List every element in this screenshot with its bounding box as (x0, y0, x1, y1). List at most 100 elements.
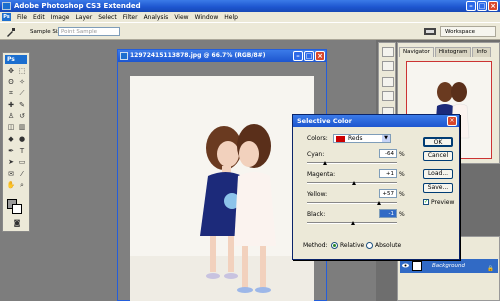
cyan-slider-track[interactable] (307, 162, 397, 164)
doc-maximize-button[interactable]: □ (304, 51, 314, 61)
colors-value: Reds (348, 135, 363, 142)
absolute-radio[interactable] (366, 242, 373, 249)
shape-tool-icon[interactable]: ▭ (17, 158, 27, 167)
app-title: Adobe Photoshop CS3 Extended (14, 2, 141, 10)
magenta-percent: % (399, 171, 405, 178)
cyan-label: Cyan: (307, 151, 325, 158)
layer-name: Background (432, 263, 465, 269)
notes-tool-icon[interactable]: ✉ (6, 170, 16, 179)
brushes-icon[interactable] (382, 77, 394, 87)
yellow-percent: % (399, 191, 405, 198)
photo-two-girls-image (130, 76, 314, 301)
lasso-tool-icon[interactable]: ʘ (6, 78, 16, 87)
healing-brush-icon[interactable]: ✚ (6, 101, 16, 110)
preview-checkbox[interactable]: ✓ (423, 199, 429, 205)
method-label: Method: (303, 242, 328, 249)
layer-row-background[interactable]: Background 🔒 (400, 259, 498, 273)
tab-info[interactable]: Info (472, 47, 491, 57)
menu-analysis[interactable]: Analysis (144, 14, 169, 21)
menu-view[interactable]: View (174, 14, 188, 21)
magenta-slider-knob[interactable] (352, 181, 356, 185)
dialog-close-button[interactable]: × (447, 116, 457, 126)
menu-help[interactable]: Help (224, 14, 238, 21)
background-color-swatch[interactable] (12, 204, 22, 214)
menu-edit[interactable]: Edit (33, 14, 45, 21)
hand-tool-icon[interactable]: ✋ (6, 181, 16, 190)
minimize-button[interactable]: – (466, 1, 476, 11)
document-canvas[interactable] (130, 76, 314, 301)
ok-button[interactable]: OK (423, 137, 453, 147)
menu-layer[interactable]: Layer (75, 14, 92, 21)
menu-bar: Ps File Edit Image Layer Select Filter A… (0, 12, 500, 22)
yellow-label: Yellow: (307, 191, 328, 198)
history-brush-icon[interactable]: ↺ (17, 112, 27, 121)
cancel-button[interactable]: Cancel (423, 151, 453, 161)
quick-mask-icon[interactable]: ◙ (12, 219, 22, 228)
eyedropper-tool-icon[interactable]: ⁄ (17, 170, 27, 179)
eraser-tool-icon[interactable]: ◫ (6, 123, 16, 132)
eyedropper-icon[interactable] (6, 27, 16, 37)
clone-stamp-icon[interactable]: ♙ (6, 112, 16, 121)
tool-presets-icon[interactable] (382, 91, 394, 101)
doc-minimize-button[interactable]: – (293, 51, 303, 61)
black-percent: % (399, 211, 405, 218)
dodge-tool-icon[interactable]: ● (17, 135, 27, 144)
actions-icon[interactable] (382, 61, 394, 71)
ps-logo: Ps (2, 13, 11, 21)
black-label: Black: (307, 211, 326, 218)
magenta-value-input[interactable]: +1 (379, 169, 397, 178)
workspace-button[interactable]: Workspace (440, 26, 496, 37)
save-button[interactable]: Save... (423, 183, 453, 193)
cyan-percent: % (399, 151, 405, 158)
black-slider-knob[interactable] (351, 221, 355, 225)
history-icon[interactable] (382, 47, 394, 57)
path-selection-icon[interactable]: ➤ (6, 158, 16, 167)
tab-navigator[interactable]: Navigator (399, 47, 434, 57)
slice-tool-icon[interactable]: ⟋ (17, 89, 27, 98)
tab-histogram[interactable]: Histogram (434, 47, 472, 57)
brush-tool-icon[interactable]: ✎ (17, 101, 27, 110)
absolute-label: Absolute (375, 242, 402, 249)
menu-file[interactable]: File (17, 14, 27, 21)
yellow-value-input[interactable]: +57 (379, 189, 397, 198)
workspace-icon (424, 28, 436, 35)
document-title: 12972415113878.jpg @ 66.7% (RGB/8#) (130, 52, 266, 59)
ps-app-icon (2, 2, 11, 10)
layer-thumbnail (412, 261, 422, 271)
yellow-slider-knob[interactable] (377, 201, 381, 205)
colors-select[interactable]: Reds ▼ (333, 134, 391, 143)
gradient-tool-icon[interactable]: ▥ (17, 123, 27, 132)
crop-tool-icon[interactable]: ⌗ (6, 89, 16, 98)
maximize-button[interactable]: □ (477, 1, 487, 11)
dialog-title-bar: Selective Color (293, 115, 459, 127)
relative-label: Relative (340, 242, 365, 249)
menu-image[interactable]: Image (51, 14, 70, 21)
blur-tool-icon[interactable]: ◆ (6, 135, 16, 144)
move-tool-icon[interactable]: ✥ (6, 67, 16, 76)
load-button[interactable]: Load... (423, 169, 453, 179)
close-button[interactable]: × (488, 1, 498, 11)
type-tool-icon[interactable]: T (17, 147, 27, 156)
sample-size-select[interactable]: Point Sample (58, 27, 120, 36)
colors-label: Colors: (307, 135, 328, 142)
black-value-input[interactable]: -1 (379, 209, 397, 218)
visibility-eye-icon[interactable] (402, 262, 409, 269)
magenta-label: Magenta: (307, 171, 336, 178)
cyan-slider-knob[interactable] (323, 161, 327, 165)
menu-window[interactable]: Window (195, 14, 219, 21)
toolbox: Ps ✥ ⬚ ʘ ✧ ⌗ ⟋ ✚ ✎ ♙ ↺ ◫ ▥ ◆ ● ✒ T ➤ ▭ ✉… (2, 52, 30, 232)
zoom-tool-icon[interactable]: ⌕ (17, 181, 27, 190)
marquee-tool-icon[interactable]: ⬚ (17, 67, 27, 76)
magic-wand-icon[interactable]: ✧ (17, 78, 27, 87)
chevron-down-icon: ▼ (382, 135, 390, 142)
relative-radio[interactable] (331, 242, 338, 249)
doc-close-button[interactable]: × (315, 51, 325, 61)
options-bar: Sample Size: Point Sample Workspace (0, 22, 500, 40)
lock-icon: 🔒 (487, 266, 494, 272)
yellow-slider-track[interactable] (307, 202, 397, 204)
menu-select[interactable]: Select (98, 14, 117, 21)
pen-tool-icon[interactable]: ✒ (6, 147, 16, 156)
selective-color-dialog: Selective Color × Colors: Reds ▼ Cyan: -… (292, 114, 460, 260)
cyan-value-input[interactable]: -64 (379, 149, 397, 158)
menu-filter[interactable]: Filter (123, 14, 138, 21)
